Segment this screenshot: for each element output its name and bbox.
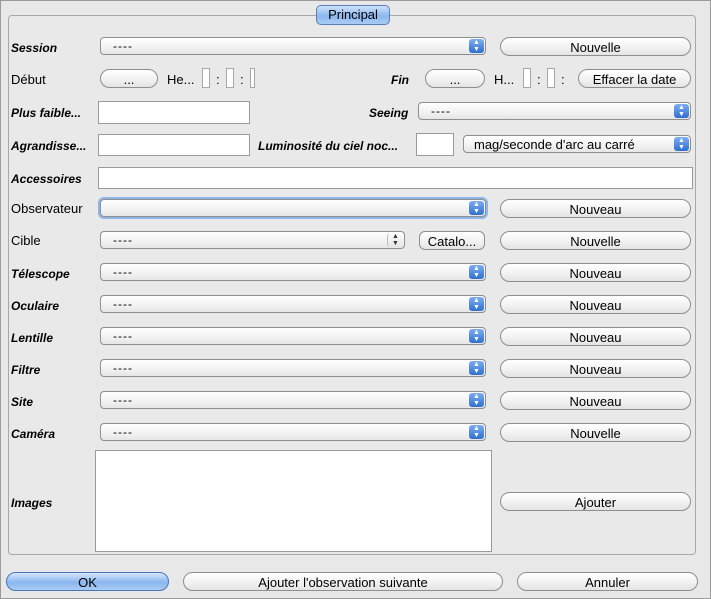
luminosite-unit-value: mag/seconde d'arc au carré — [474, 137, 635, 152]
add-next-observation-button[interactable]: Ajouter l'observation suivante — [183, 572, 503, 591]
filtre-label: Filtre — [11, 363, 41, 377]
add-image-button[interactable]: Ajouter — [500, 492, 691, 511]
site-label: Site — [11, 395, 34, 409]
up-down-arrows-icon: ▲ ▼ — [469, 425, 484, 439]
telescope-select[interactable]: ---- ▲ ▼ — [100, 263, 486, 281]
catalog-button[interactable]: Catalo... — [419, 231, 485, 250]
up-down-arrows-icon: ▲ ▼ — [469, 329, 484, 343]
debut-colon-1: : — [216, 72, 220, 87]
up-down-arrows-icon: ▲ ▼ — [469, 297, 484, 311]
site-select-value: ---- — [113, 393, 133, 407]
debut-colon-2: : — [240, 72, 244, 87]
site-new-button[interactable]: Nouveau — [500, 391, 691, 410]
plus-faible-input[interactable] — [98, 101, 250, 124]
filtre-new-button[interactable]: Nouveau — [500, 359, 691, 378]
cancel-button[interactable]: Annuler — [517, 572, 698, 591]
up-down-arrows-icon: ▲ ▼ — [469, 393, 484, 407]
luminosite-unit-select[interactable]: mag/seconde d'arc au carré ▲ ▼ — [463, 135, 691, 153]
luminosite-label: Luminosité du ciel noc... — [258, 139, 399, 153]
debut-hour-label: He... — [167, 72, 195, 87]
oculaire-new-button[interactable]: Nouveau — [500, 295, 691, 314]
filtre-select-value: ---- — [113, 361, 133, 375]
ok-button[interactable]: OK — [6, 572, 169, 591]
telescope-label: Télescope — [11, 267, 70, 281]
cible-label: Cible — [11, 233, 41, 248]
camera-select[interactable]: ---- ▲ ▼ — [100, 423, 486, 441]
telescope-new-button[interactable]: Nouveau — [500, 263, 691, 282]
up-down-arrows-icon: ▲ ▼ — [387, 233, 403, 247]
lentille-select-value: ---- — [113, 329, 133, 343]
fin-label: Fin — [391, 73, 409, 87]
up-down-arrows-icon: ▲ ▼ — [469, 361, 484, 375]
fin-colon-2: : — [561, 72, 565, 87]
oculaire-label: Oculaire — [11, 299, 60, 313]
fin-hour-label: H... — [494, 72, 515, 87]
clear-date-button[interactable]: Effacer la date — [578, 69, 691, 88]
debut-hour-field[interactable] — [202, 68, 210, 88]
observateur-new-button[interactable]: Nouveau — [500, 199, 691, 218]
fin-date-button[interactable]: ... — [425, 69, 485, 88]
observateur-label: Observateur — [11, 201, 83, 216]
debut-date-button[interactable]: ... — [100, 69, 158, 88]
debut-minute-field[interactable] — [226, 68, 234, 88]
lentille-select[interactable]: ---- ▲ ▼ — [100, 327, 486, 345]
agrandissement-input[interactable] — [98, 134, 250, 156]
filtre-select[interactable]: ---- ▲ ▼ — [100, 359, 486, 377]
session-new-button[interactable]: Nouvelle — [500, 37, 691, 56]
fin-colon-1: : — [537, 72, 541, 87]
fin-hour-field[interactable] — [523, 68, 531, 88]
accessoires-input[interactable] — [98, 167, 693, 189]
up-down-arrows-icon: ▲ ▼ — [469, 265, 484, 279]
agrandissement-label: Agrandisse... — [11, 139, 87, 153]
oculaire-select[interactable]: ---- ▲ ▼ — [100, 295, 486, 313]
up-down-arrows-icon: ▲ ▼ — [674, 137, 689, 151]
seeing-label: Seeing — [369, 106, 409, 120]
camera-label: Caméra — [11, 427, 56, 441]
tab-principal[interactable]: Principal — [316, 5, 390, 25]
luminosite-input[interactable] — [416, 133, 454, 156]
fin-minute-field[interactable] — [547, 68, 555, 88]
debut-label: Début — [11, 72, 46, 87]
session-select-value: ---- — [113, 39, 133, 53]
session-label: Session — [11, 41, 58, 55]
camera-new-button[interactable]: Nouvelle — [500, 423, 691, 442]
images-list[interactable] — [95, 450, 492, 552]
lentille-new-button[interactable]: Nouveau — [500, 327, 691, 346]
observateur-select[interactable]: ▲ ▼ — [100, 199, 486, 217]
seeing-select-value: ---- — [431, 104, 451, 118]
oculaire-select-value: ---- — [113, 297, 133, 311]
plus-faible-label: Plus faible... — [11, 106, 82, 120]
debut-second-field[interactable] — [250, 68, 255, 88]
up-down-arrows-icon: ▲ ▼ — [674, 104, 689, 118]
up-down-arrows-icon: ▲ ▼ — [469, 201, 484, 215]
session-select[interactable]: ---- ▲ ▼ — [100, 37, 486, 55]
accessoires-label: Accessoires — [11, 172, 82, 186]
cible-select-value: ---- — [113, 233, 133, 247]
site-select[interactable]: ---- ▲ ▼ — [100, 391, 486, 409]
seeing-select[interactable]: ---- ▲ ▼ — [418, 102, 691, 120]
cible-select[interactable]: ---- ▲ ▼ — [100, 231, 405, 249]
camera-select-value: ---- — [113, 425, 133, 439]
telescope-select-value: ---- — [113, 265, 133, 279]
images-label: Images — [11, 496, 53, 510]
cible-new-button[interactable]: Nouvelle — [500, 231, 691, 250]
lentille-label: Lentille — [11, 331, 54, 345]
up-down-arrows-icon: ▲ ▼ — [469, 39, 484, 53]
